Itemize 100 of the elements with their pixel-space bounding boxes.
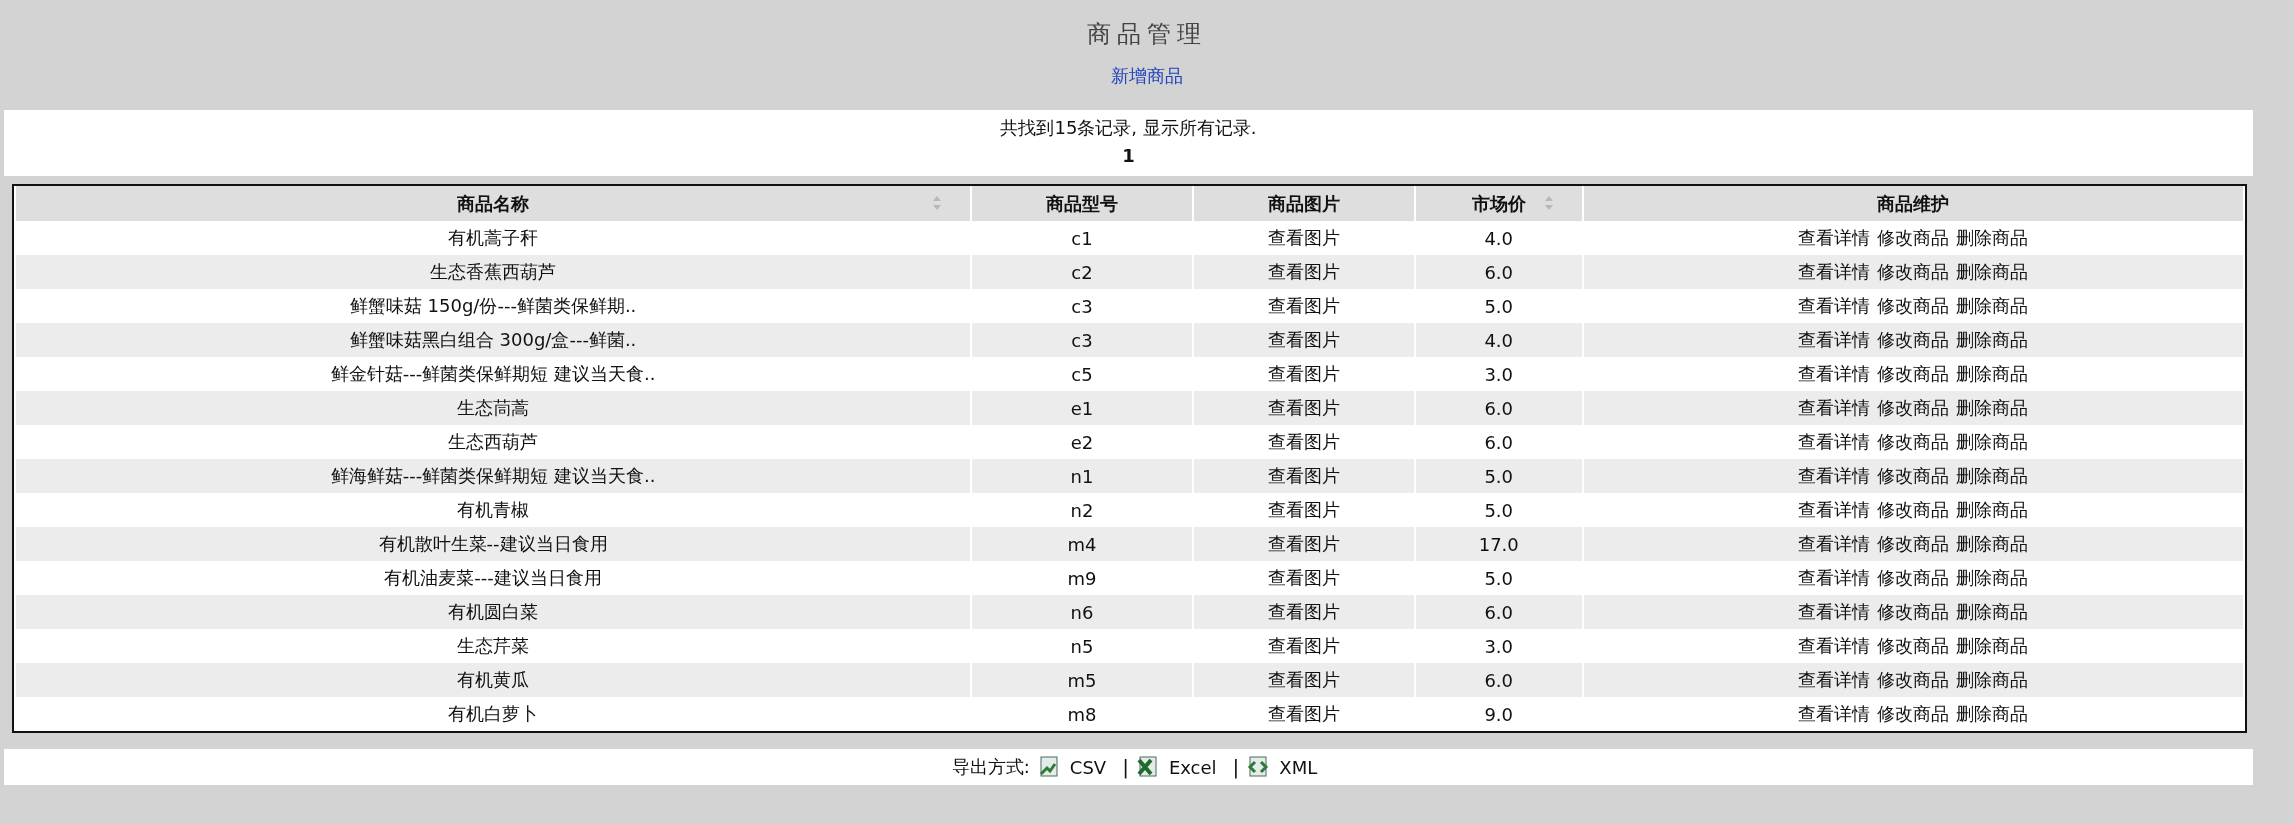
action-link[interactable]: 删除商品 [1956,260,2029,284]
action-link[interactable]: 删除商品 [1956,226,2029,250]
view-image-link[interactable]: 查看图片 [1193,561,1414,595]
model-cell: c2 [972,255,1192,289]
view-image-link[interactable]: 查看图片 [1193,357,1414,391]
action-link[interactable]: 查看详情 [1798,430,1871,454]
action-link[interactable]: 查看详情 [1798,396,1871,420]
view-image-link[interactable]: 查看图片 [1193,425,1414,459]
action-link[interactable]: 查看详情 [1798,328,1871,352]
action-link[interactable]: 删除商品 [1956,362,2029,386]
export-label: 导出方式: [951,755,1030,779]
view-image-link[interactable]: 查看图片 [1193,459,1414,493]
separator: | [1232,755,1240,779]
add-product-link[interactable]: 新增商品 [1111,64,1183,88]
action-link[interactable]: 修改商品 [1877,294,1950,318]
action-link[interactable]: 删除商品 [1956,464,2029,488]
action-link[interactable]: 删除商品 [1956,328,2029,352]
view-image-link[interactable]: 查看图片 [1193,391,1414,425]
action-link[interactable]: 修改商品 [1877,668,1950,692]
action-link[interactable]: 修改商品 [1877,702,1950,726]
view-image-link[interactable]: 查看图片 [1193,289,1414,323]
action-link[interactable]: 修改商品 [1877,362,1950,386]
action-link[interactable]: 删除商品 [1956,498,2029,522]
action-link[interactable]: 查看详情 [1798,260,1871,284]
model-cell: n1 [972,459,1192,493]
action-link[interactable]: 查看详情 [1798,464,1871,488]
action-link[interactable]: 删除商品 [1956,532,2029,556]
view-image-link[interactable]: 查看图片 [1193,595,1414,629]
product-name-cell: 有机圆白菜 [16,595,971,629]
action-link[interactable]: 删除商品 [1956,396,2029,420]
model-cell-text: c1 [1070,226,1094,251]
action-link[interactable]: 删除商品 [1956,634,2029,658]
action-link[interactable]: 删除商品 [1956,702,2029,726]
action-link[interactable]: 查看详情 [1798,600,1871,624]
price-cell: 6.0 [1415,391,1582,425]
product-name-cell-text: 有机白萝卜 [447,702,540,726]
action-link[interactable]: 修改商品 [1877,532,1950,556]
chart-file-icon [1037,756,1060,778]
export-link[interactable]: XML [1279,756,1318,778]
view-image-link[interactable]: 查看图片 [1193,697,1414,731]
page-number[interactable]: 1 [1122,142,1135,170]
action-link[interactable]: 删除商品 [1956,566,2029,590]
view-image-link[interactable]: 查看图片 [1193,255,1414,289]
action-link[interactable]: 修改商品 [1877,464,1950,488]
action-link[interactable]: 修改商品 [1877,328,1950,352]
action-link[interactable]: 修改商品 [1877,226,1950,250]
product-name-cell: 鲜海鲜菇---鲜菌类保鲜期短 建议当天食.. [16,459,971,493]
action-link[interactable]: 查看详情 [1798,702,1871,726]
action-link[interactable]: 查看详情 [1798,226,1871,250]
price-cell: 5.0 [1415,459,1582,493]
action-link[interactable]: 查看详情 [1798,566,1871,590]
export-link[interactable]: CSV [1069,756,1107,778]
view-image-link[interactable]: 查看图片 [1193,663,1414,697]
action-link[interactable]: 删除商品 [1956,668,2029,692]
action-link[interactable]: 删除商品 [1956,430,2029,454]
product-name-cell: 生态茼蒿 [16,391,971,425]
view-image-link[interactable]: 查看图片 [1193,527,1414,561]
code-file-icon [1247,756,1270,778]
column-header: 商品图片 [1193,186,1414,221]
action-link[interactable]: 查看详情 [1798,668,1871,692]
column-header[interactable]: 市场价 [1415,186,1582,221]
action-link[interactable]: 查看详情 [1798,362,1871,386]
action-link[interactable]: 修改商品 [1877,600,1950,624]
action-link[interactable]: 查看详情 [1798,498,1871,522]
price-cell-text: 3.0 [1483,634,1515,659]
price-cell-text: 9.0 [1483,702,1515,727]
model-cell-text: m9 [1066,566,1098,591]
column-header[interactable]: 商品名称 [16,186,971,221]
export-link[interactable]: Excel [1168,756,1217,778]
product-name-cell: 生态香蕉西葫芦 [16,255,971,289]
action-link[interactable]: 修改商品 [1877,566,1950,590]
records-summary: 共找到15条记录, 显示所有记录. [1000,116,1257,140]
price-cell: 4.0 [1415,323,1582,357]
model-cell-text: n5 [1069,634,1095,659]
model-cell-text: e2 [1069,430,1095,455]
view-image-link[interactable]: 查看图片 [1193,323,1414,357]
model-cell: c3 [972,323,1192,357]
action-link[interactable]: 修改商品 [1877,430,1950,454]
view-image-link[interactable]: 查看图片 [1193,629,1414,663]
action-link[interactable]: 查看详情 [1798,294,1871,318]
view-image-link[interactable]: 查看图片 [1193,493,1414,527]
price-cell: 17.0 [1415,527,1582,561]
action-link[interactable]: 删除商品 [1956,294,2029,318]
action-link[interactable]: 查看详情 [1798,634,1871,658]
sort-icon[interactable] [932,195,943,211]
model-cell: m5 [972,663,1192,697]
action-link[interactable]: 修改商品 [1877,260,1950,284]
column-header: 商品型号 [972,186,1192,221]
action-link[interactable]: 查看详情 [1798,532,1871,556]
action-link[interactable]: 修改商品 [1877,498,1950,522]
product-name-cell-text: 有机油麦菜---建议当日食用 [383,566,603,590]
view-image-link[interactable]: 查看图片 [1193,221,1414,255]
model-cell-text: c3 [1070,294,1094,319]
action-link[interactable]: 删除商品 [1956,600,2029,624]
action-link[interactable]: 修改商品 [1877,396,1950,420]
sort-icon[interactable] [1543,195,1554,211]
model-cell-text: c5 [1070,362,1094,387]
product-name-cell: 鲜蟹味菇黑白组合 300g/盒---鲜菌.. [16,323,971,357]
product-name-cell-text: 生态芹菜 [456,634,531,658]
action-link[interactable]: 修改商品 [1877,634,1950,658]
